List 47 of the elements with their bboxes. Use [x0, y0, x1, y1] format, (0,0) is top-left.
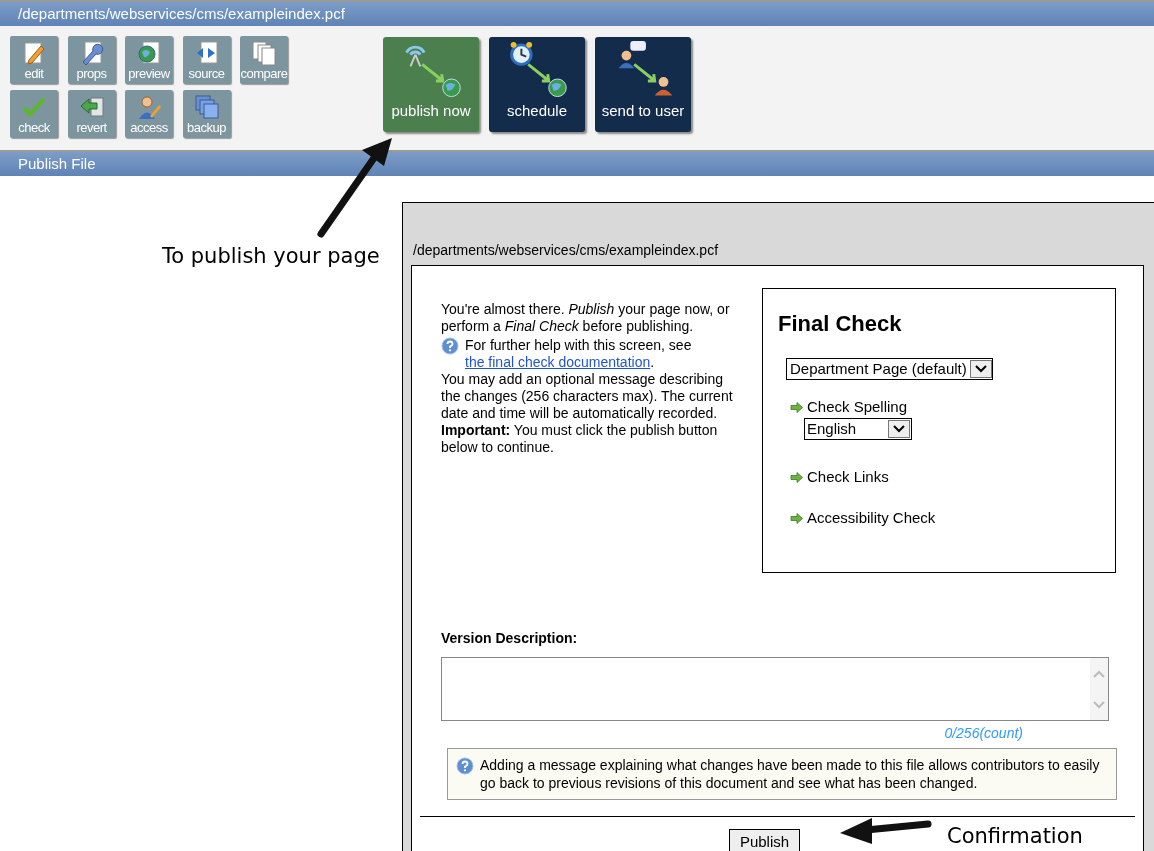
toolbar-button[interactable]: check — [10, 90, 58, 138]
action-button[interactable]: publish now — [383, 37, 479, 132]
check-link[interactable]: Check Spelling — [807, 395, 908, 419]
toolbar-button[interactable]: source — [182, 36, 231, 84]
file-path: /departments/webservices/cms/exampleindex.pcf — [412, 241, 720, 260]
intro-text: You're almost there. Publish your page now, or perform a Final Check before publishing. — [441, 301, 731, 335]
person-icon — [136, 94, 162, 120]
description-field[interactable] — [441, 657, 1109, 721]
arrow-icon — [790, 401, 803, 413]
check-link[interactable]: Accessibility Check — [807, 506, 936, 530]
message-text: You may add an optional message describing the changes (256 characters max). The current date and time will be automatically recorded. — [441, 371, 734, 422]
help-icon — [441, 337, 459, 355]
annotation-text: To publish your page — [162, 243, 380, 270]
check-link[interactable]: Check Links — [807, 465, 889, 489]
note-text: Adding a message explaining what changes have been made to this file allows contributors to easily go back to previous revisions of this document and see what has been changed. — [480, 756, 1101, 792]
toolbar-button[interactable]: backup — [182, 90, 231, 138]
language-select[interactable]: English — [804, 418, 912, 440]
toolbar-button[interactable]: preview — [125, 36, 173, 84]
arrow-icon — [790, 471, 803, 483]
action-button[interactable]: schedule — [489, 37, 585, 132]
toolbar-button[interactable]: props — [67, 36, 116, 84]
important-text: Important: You must click the publish button below to continue. — [441, 422, 719, 456]
toolbar-button[interactable]: revert — [67, 90, 116, 138]
final-check-title: Final Check — [778, 310, 903, 338]
dropdown-icon — [969, 360, 992, 378]
scroll-down-icon[interactable] — [1093, 700, 1105, 709]
arrow-icon — [790, 512, 803, 524]
arrow-icon — [78, 94, 105, 120]
disk-icon — [193, 94, 220, 120]
annotation-text: Confirmation — [947, 823, 1083, 850]
title-text: Publish File — [18, 153, 96, 174]
help-text: For further help with this screen, see the final check documentation. — [465, 337, 693, 371]
toolbar-button[interactable]: edit — [10, 36, 58, 84]
title-text: /departments/webservices/cms/exampleindex.pcf — [18, 3, 345, 24]
character-counter: 0/256(count) — [944, 724, 1023, 743]
template-select[interactable]: Department Page (default) — [786, 358, 993, 380]
version-label: Version Description: — [441, 629, 579, 648]
help-icon — [456, 757, 474, 775]
scroll-up-icon[interactable] — [1093, 669, 1105, 678]
action-button[interactable]: send to user — [595, 37, 691, 132]
publish-button[interactable]: Publish — [728, 829, 801, 851]
toolbar-button[interactable]: access — [125, 90, 173, 138]
pages-icon — [251, 40, 277, 66]
dropdown-icon — [888, 420, 910, 438]
globe-icon — [136, 40, 162, 66]
pencil-icon — [21, 40, 47, 66]
toolbar-button[interactable]: compare — [240, 36, 288, 84]
